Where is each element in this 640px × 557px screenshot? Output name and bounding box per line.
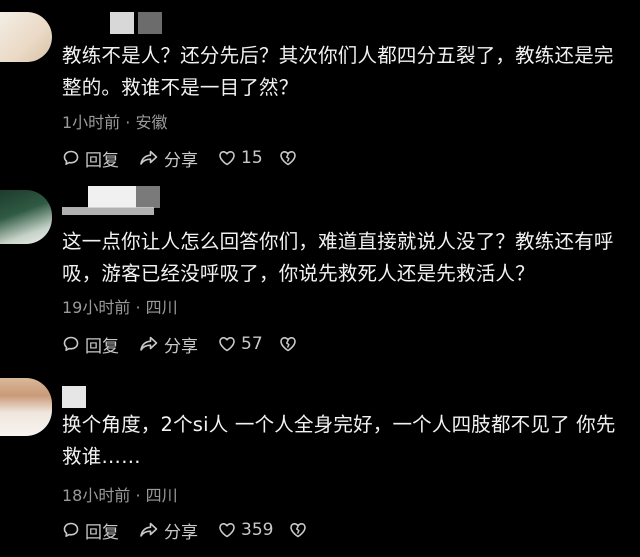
share-arrow-icon	[140, 336, 158, 351]
heart-icon	[219, 337, 235, 352]
comment-text: 教练不是人？还分先后？其次你们人都四分五裂了，教练还是完整的。救谁不是一目了然？	[62, 44, 614, 99]
share-arrow-icon	[140, 150, 158, 165]
dislike-button[interactable]	[279, 149, 302, 167]
comment-meta: 1小时前 · 安徽	[62, 109, 167, 133]
meta-separator: ·	[135, 298, 146, 317]
reply-button[interactable]: 回复	[62, 146, 119, 171]
like-button[interactable]: 15	[218, 148, 263, 168]
username-redacted	[138, 12, 162, 34]
comment-text: 换个角度，2个si人 一个人全身完好，一个人四肢都不见了 你先救谁……	[62, 413, 616, 468]
comment-bubble-icon	[63, 522, 79, 537]
username-redacted	[136, 186, 160, 208]
like-count: 359	[241, 520, 274, 540]
broken-heart-icon	[279, 337, 296, 352]
reply-button[interactable]: 回复	[62, 518, 119, 543]
comment-time: 19小时前	[62, 298, 131, 317]
share-label: 分享	[164, 336, 198, 357]
share-label: 分享	[164, 522, 198, 543]
avatar[interactable]	[0, 378, 52, 436]
broken-heart-icon	[279, 151, 296, 166]
comment-actions: 回复 分享 359	[62, 518, 332, 543]
reply-label: 回复	[85, 336, 119, 357]
share-button[interactable]: 分享	[139, 518, 198, 543]
avatar[interactable]	[0, 190, 52, 244]
share-label: 分享	[164, 150, 198, 171]
username-redacted[interactable]	[110, 12, 134, 34]
comment-location: 安徽	[135, 113, 168, 132]
comment-location: 四川	[145, 486, 178, 505]
comment-text: 这一点你让人怎么回答你们，难道直接就说人没了？教练还有呼吸，游客已经没呼吸了，你…	[62, 230, 614, 285]
comment-meta: 18小时前 · 四川	[62, 482, 178, 506]
broken-heart-icon	[290, 523, 307, 538]
username-redacted[interactable]	[88, 186, 136, 208]
like-button[interactable]: 359	[218, 520, 273, 540]
comment-actions: 回复 分享 15	[62, 146, 322, 171]
dislike-button[interactable]	[279, 335, 302, 353]
heart-icon	[219, 151, 235, 166]
dislike-button[interactable]	[289, 521, 312, 539]
like-button[interactable]: 57	[218, 334, 263, 354]
reply-label: 回复	[85, 522, 119, 543]
comment-bubble-icon	[63, 150, 79, 165]
avatar[interactable]	[0, 12, 52, 62]
like-count: 15	[241, 148, 263, 168]
reply-label: 回复	[85, 150, 119, 171]
share-arrow-icon	[140, 522, 158, 537]
meta-separator: ·	[135, 486, 146, 505]
share-button[interactable]: 分享	[139, 332, 198, 357]
comment-bubble-icon	[63, 336, 79, 351]
share-button[interactable]: 分享	[139, 146, 198, 171]
username-redacted	[62, 207, 154, 215]
comment-location: 四川	[145, 298, 178, 317]
reply-button[interactable]: 回复	[62, 332, 119, 357]
comment-actions: 回复 分享 57	[62, 332, 322, 357]
like-count: 57	[241, 334, 263, 354]
comment-time: 1小时前	[62, 113, 121, 132]
meta-separator: ·	[125, 113, 136, 132]
comment-meta: 19小时前 · 四川	[62, 294, 178, 318]
heart-icon	[219, 523, 235, 538]
username-redacted[interactable]	[62, 386, 86, 408]
comment-time: 18小时前	[62, 486, 131, 505]
